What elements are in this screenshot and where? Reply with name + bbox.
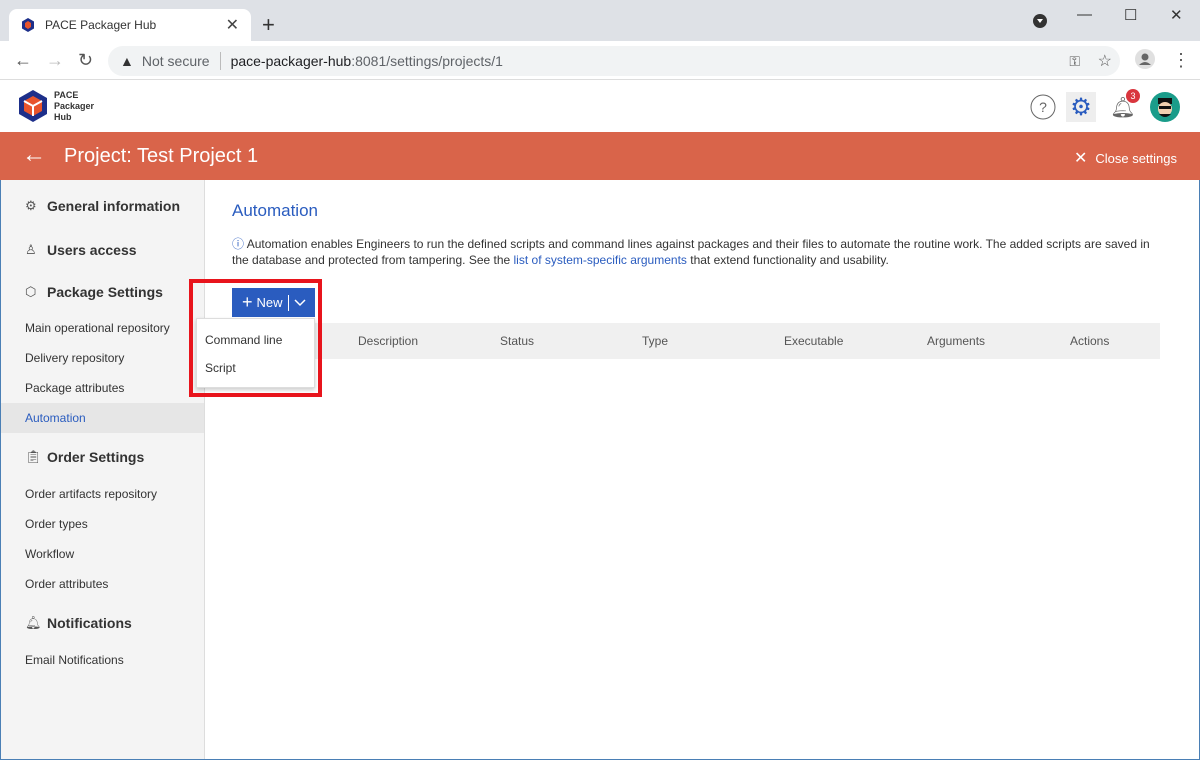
help-icon[interactable]: ? bbox=[1028, 92, 1058, 122]
column-status[interactable]: Status bbox=[500, 334, 534, 348]
project-header-bar: ← Project: Test Project 1 ✕ Close setting… bbox=[0, 132, 1200, 180]
url-input[interactable]: ▲ Not secure pace-packager-hub:8081/sett… bbox=[108, 46, 1120, 76]
tab-bar: PACE Packager Hub ✕ + — ☐ ✕ bbox=[0, 0, 1200, 41]
security-label: Not secure bbox=[141, 53, 210, 69]
app-logo[interactable]: PACE Packager Hub bbox=[18, 89, 94, 123]
box-icon: ⬡ bbox=[25, 284, 37, 299]
sidebar-item-general-information[interactable]: ⚙ General information bbox=[25, 198, 180, 214]
sidebar: ⚙ General information ♙ Users access ⬡ Pack… bbox=[1, 180, 205, 759]
app-header: PACE Packager Hub ? ⚙ 🔔︎ 3 bbox=[0, 80, 1200, 132]
profile-dropdown-icon[interactable] bbox=[1033, 14, 1047, 32]
back-arrow-icon[interactable]: ← bbox=[22, 141, 46, 169]
back-icon[interactable]: ← bbox=[14, 50, 32, 71]
sidebar-item-order-attributes[interactable]: Order attributes bbox=[1, 569, 204, 599]
browser-tab[interactable]: PACE Packager Hub ✕ bbox=[9, 9, 251, 41]
main-content: Automation ⓘ Automation enables Engineer… bbox=[206, 180, 1199, 759]
sidebar-item-order-artifacts-repository[interactable]: Order artifacts repository bbox=[1, 479, 204, 509]
highlight-box bbox=[189, 279, 322, 397]
settings-gear-icon[interactable]: ⚙ bbox=[1066, 92, 1096, 122]
star-icon[interactable]: ☆ bbox=[1098, 51, 1112, 71]
info-icon: ⓘ bbox=[232, 237, 247, 251]
new-tab-icon[interactable]: + bbox=[262, 12, 275, 38]
automation-description: ⓘ Automation enables Engineers to run th… bbox=[232, 237, 1150, 267]
sidebar-item-delivery-repository[interactable]: Delivery repository bbox=[1, 343, 204, 373]
column-actions[interactable]: Actions bbox=[1070, 334, 1109, 348]
bell-icon: 🔔︎ bbox=[25, 615, 42, 630]
user-avatar[interactable] bbox=[1150, 92, 1180, 122]
sidebar-item-email-notifications[interactable]: Email Notifications bbox=[1, 645, 204, 675]
logo-icon bbox=[19, 90, 47, 122]
sidebar-item-automation[interactable]: Automation bbox=[1, 403, 204, 433]
warning-icon: ▲ bbox=[120, 53, 134, 69]
tab-title: PACE Packager Hub bbox=[45, 18, 157, 32]
menu-icon[interactable]: ⋮ bbox=[1172, 50, 1190, 71]
notifications-bell-icon[interactable]: 🔔︎ 3 bbox=[1108, 89, 1140, 122]
table-header: Description Status Type Executable Argum… bbox=[232, 323, 1160, 359]
system-arguments-link[interactable]: list of system-specific arguments bbox=[514, 253, 687, 267]
key-icon[interactable]: ⚿ bbox=[1069, 53, 1080, 70]
forward-icon[interactable]: → bbox=[46, 50, 64, 71]
app-favicon-icon bbox=[22, 18, 34, 32]
sidebar-item-package-attributes[interactable]: Package attributes bbox=[1, 373, 204, 403]
sidebar-item-main-operational-repository[interactable]: Main operational repository bbox=[1, 313, 204, 343]
close-window-icon[interactable]: ✕ bbox=[1170, 6, 1183, 24]
column-type[interactable]: Type bbox=[642, 334, 668, 348]
sidebar-section-notifications: 🔔︎ Notifications bbox=[25, 615, 132, 631]
page-title: Project: Test Project 1 bbox=[64, 145, 259, 167]
address-bar: ← → ↻ ▲ Not secure pace-packager-hub:808… bbox=[0, 41, 1200, 80]
gear-icon: ⚙ bbox=[25, 198, 37, 213]
column-description[interactable]: Description bbox=[358, 334, 418, 348]
notification-badge: 3 bbox=[1126, 89, 1140, 103]
svg-text:?: ? bbox=[1039, 99, 1047, 115]
column-arguments[interactable]: Arguments bbox=[927, 334, 985, 348]
maximize-icon[interactable]: ☐ bbox=[1124, 6, 1137, 24]
close-icon: ✕ bbox=[1073, 150, 1088, 167]
url-host: pace-packager-hub bbox=[230, 53, 352, 69]
url-path: :8081/settings/projects/1 bbox=[351, 53, 503, 69]
sidebar-item-workflow[interactable]: Workflow bbox=[1, 539, 204, 569]
sidebar-item-users-access[interactable]: ♙ Users access bbox=[25, 242, 137, 258]
close-tab-icon[interactable]: ✕ bbox=[226, 15, 239, 35]
profile-icon[interactable] bbox=[1135, 49, 1155, 74]
clipboard-icon: 📋︎ bbox=[25, 449, 42, 464]
close-settings-button[interactable]: ✕ Close settings bbox=[1074, 148, 1177, 168]
section-title: Automation bbox=[232, 201, 318, 220]
users-icon: ♙ bbox=[25, 242, 37, 257]
sidebar-section-order-settings: 📋︎ Order Settings bbox=[25, 449, 145, 465]
sidebar-item-order-types[interactable]: Order types bbox=[1, 509, 204, 539]
sidebar-section-package-settings: ⬡ Package Settings bbox=[25, 284, 163, 300]
column-executable[interactable]: Executable bbox=[784, 334, 843, 348]
minimize-icon[interactable]: — bbox=[1077, 6, 1092, 23]
reload-icon[interactable]: ↻ bbox=[78, 50, 93, 71]
